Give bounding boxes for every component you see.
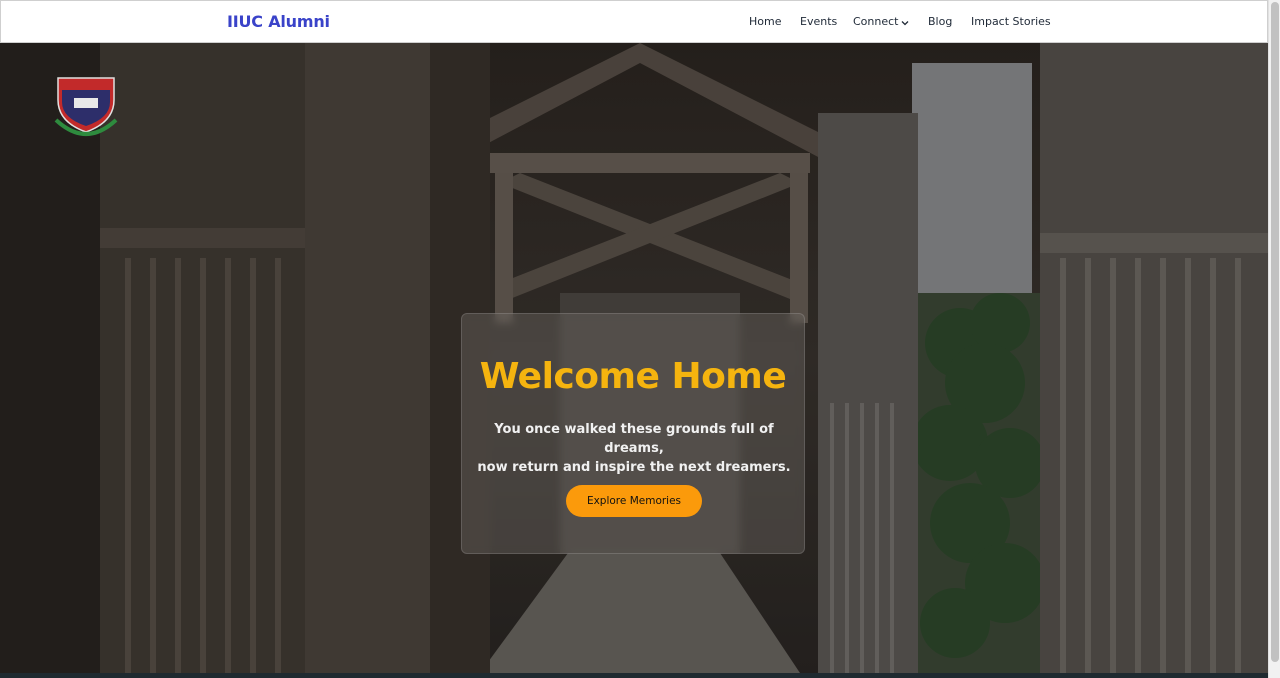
hero-subtitle-line-1: You once walked these grounds full of dr… (494, 422, 774, 456)
chevron-down-icon (901, 16, 909, 29)
hero-title: Welcome Home (479, 356, 787, 397)
nav-blog[interactable]: Blog (928, 15, 952, 28)
iiuc-crest-logo (50, 60, 122, 144)
hero-section: Welcome Home You once walked these groun… (0, 43, 1268, 673)
main-nav: Home Events Connect Blog Impact Stories (1, 15, 1267, 31)
nav-connect-label: Connect (853, 15, 899, 28)
welcome-card: Welcome Home You once walked these groun… (461, 313, 805, 554)
explore-memories-button[interactable]: Explore Memories (566, 485, 702, 517)
page-scrollbar[interactable] (1268, 0, 1280, 678)
scrollbar-thumb[interactable] (1271, 2, 1279, 662)
footer-edge (0, 673, 1268, 678)
nav-events[interactable]: Events (800, 15, 837, 28)
top-navbar: IIUC Alumni Home Events Connect Blog Imp… (0, 0, 1268, 43)
nav-connect[interactable]: Connect (853, 15, 909, 29)
hero-subtitle: You once walked these grounds full of dr… (472, 420, 796, 477)
nav-home[interactable]: Home (749, 15, 781, 28)
hero-subtitle-line-2: now return and inspire the next dreamers… (477, 460, 791, 475)
nav-impact-stories[interactable]: Impact Stories (971, 15, 1051, 28)
